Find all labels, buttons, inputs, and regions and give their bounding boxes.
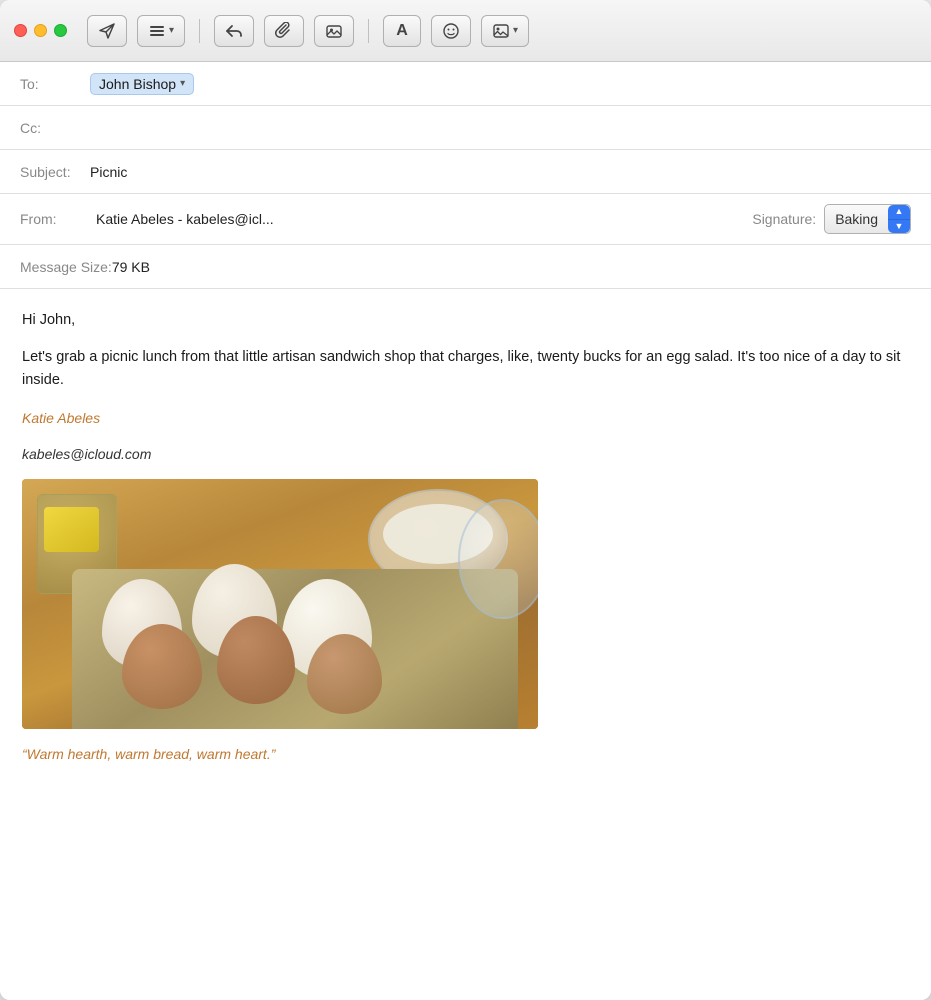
send-button[interactable] <box>87 15 127 47</box>
email-image <box>22 479 538 729</box>
message-size-value: 79 KB <box>112 259 911 275</box>
subject-row: Subject: Picnic <box>0 150 931 194</box>
stepper-up-button[interactable]: ▲ <box>888 205 910 220</box>
minimize-button[interactable] <box>34 24 47 37</box>
emoji-button[interactable] <box>431 15 471 47</box>
toolbar: ▾ A <box>0 0 931 62</box>
to-row: To: John Bishop ▾ <box>0 62 931 106</box>
send-icon <box>98 22 116 40</box>
message-body[interactable]: Hi John, Let's grab a picnic lunch from … <box>0 289 931 1000</box>
separator-2 <box>368 19 369 43</box>
attach-button[interactable] <box>264 15 304 47</box>
subject-field[interactable]: Picnic <box>90 164 911 180</box>
stepper-down-button[interactable]: ▼ <box>888 220 910 234</box>
list-icon <box>148 22 166 40</box>
recipient-name: John Bishop <box>99 76 176 92</box>
image-icon <box>492 22 510 40</box>
separator-1 <box>199 19 200 43</box>
compose-area: To: John Bishop ▾ Cc: Subject: Picnic Fr… <box>0 62 931 1000</box>
maximize-button[interactable] <box>54 24 67 37</box>
emoji-icon <box>442 22 460 40</box>
signature-author-email: kabeles@icloud.com <box>22 443 909 465</box>
traffic-lights <box>14 24 67 37</box>
signature-quote: “Warm hearth, warm bread, warm heart.” <box>22 743 909 765</box>
body-paragraph: Let's grab a picnic lunch from that litt… <box>22 346 909 392</box>
cc-row: Cc: <box>0 106 931 150</box>
paperclip-icon <box>275 22 293 40</box>
size-row: Message Size: 79 KB <box>0 245 931 289</box>
to-field[interactable]: John Bishop ▾ <box>90 73 911 95</box>
list-button[interactable]: ▾ <box>137 15 185 47</box>
from-value: Katie Abeles - kabeles@icl... <box>96 211 732 227</box>
from-row: From: Katie Abeles - kabeles@icl... Sign… <box>0 194 931 245</box>
photo-attach-icon <box>325 22 343 40</box>
message-size-label: Message Size: <box>20 259 112 275</box>
reply-button[interactable] <box>214 15 254 47</box>
cc-label: Cc: <box>20 120 90 136</box>
body-greeting: Hi John, <box>22 309 909 332</box>
recipient-tag[interactable]: John Bishop ▾ <box>90 73 194 95</box>
signature-stepper[interactable]: ▲ ▼ <box>888 205 910 233</box>
recipient-chevron-icon: ▾ <box>180 78 185 89</box>
from-label: From: <box>20 211 90 227</box>
butter-block <box>44 507 99 552</box>
close-button[interactable] <box>14 24 27 37</box>
signature-value[interactable]: Baking <box>825 208 888 230</box>
signature-author-name: Katie Abeles <box>22 407 909 429</box>
egg-image-art <box>22 479 538 729</box>
font-icon: A <box>396 22 408 40</box>
from-section: From: Katie Abeles - kabeles@icl... <box>20 211 732 227</box>
photo-attach-button[interactable] <box>314 15 354 47</box>
compose-window: ▾ A <box>0 0 931 1000</box>
to-label: To: <box>20 76 90 92</box>
reply-icon <box>225 22 243 40</box>
font-button[interactable]: A <box>383 15 421 47</box>
image-button[interactable]: ▾ <box>481 15 529 47</box>
subject-label: Subject: <box>20 164 90 180</box>
signature-label: Signature: <box>752 211 816 227</box>
signature-section: Signature: Baking ▲ ▼ <box>752 204 911 234</box>
